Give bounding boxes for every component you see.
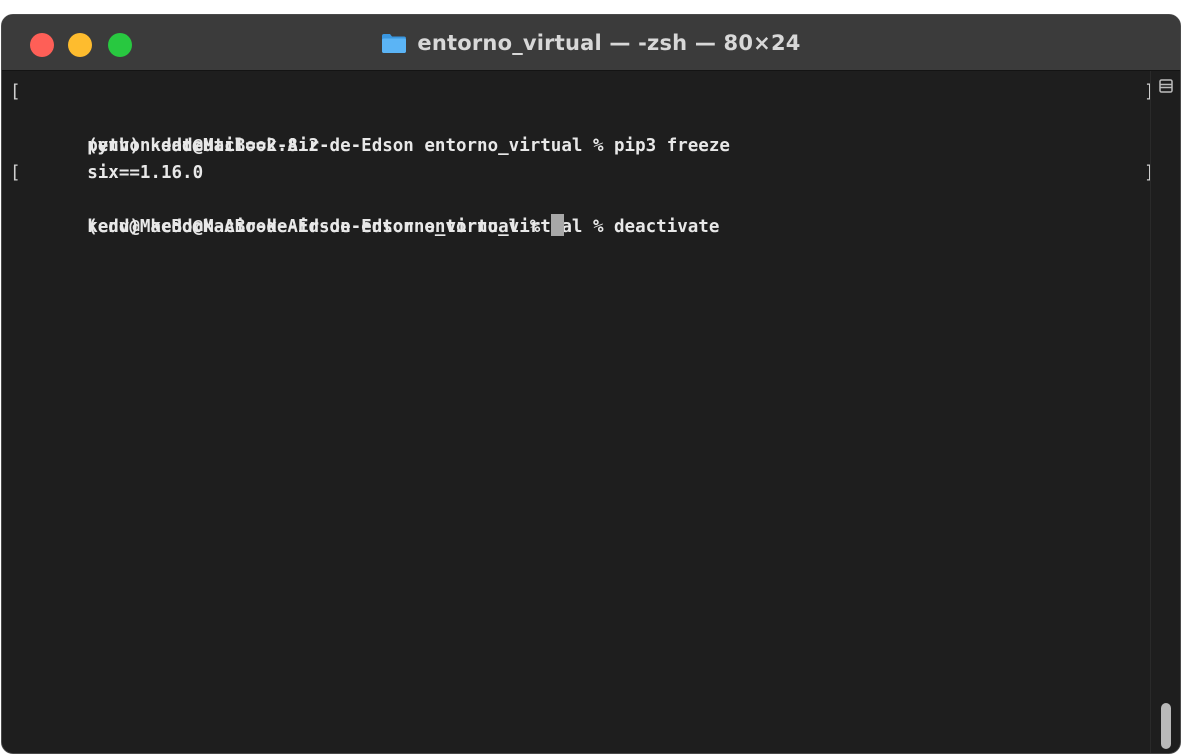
mark-bracket-left: [ bbox=[10, 163, 21, 183]
mark-bracket-left: [ bbox=[10, 82, 21, 102]
terminal-line: python-dateutil==2.8.2 bbox=[24, 106, 1152, 156]
prompt-text: kedd@MacBook-Air-de-Edson entorno_virtua… bbox=[87, 217, 551, 237]
terminal-output[interactable]: [ (env) kedd@MacBook-Air-de-Edson entorn… bbox=[2, 71, 1155, 753]
terminal-line: six==1.16.0 bbox=[24, 133, 1152, 183]
terminal-line: [ (env) kedd@MacBook-Air-de-Edson entorn… bbox=[10, 160, 1155, 237]
window-title: entorno_virtual — -zsh — 80×24 bbox=[417, 31, 801, 55]
scrollbar[interactable] bbox=[1150, 71, 1180, 753]
window-title-group: entorno_virtual — -zsh — 80×24 bbox=[2, 15, 1180, 71]
folder-icon bbox=[382, 34, 407, 53]
scroll-thumb[interactable] bbox=[1161, 703, 1171, 749]
title-bar[interactable]: entorno_virtual — -zsh — 80×24 bbox=[2, 15, 1180, 71]
text-cursor bbox=[550, 214, 564, 236]
terminal-line-prompt: kedd@MacBook-Air-de-Edson entorno_virtua… bbox=[24, 187, 1152, 237]
split-pane-icon[interactable] bbox=[1159, 79, 1173, 93]
terminal-line: [ (env) kedd@MacBook-Air-de-Edson entorn… bbox=[10, 79, 1155, 156]
terminal-window: entorno_virtual — -zsh — 80×24 [ (env) k… bbox=[1, 14, 1181, 754]
